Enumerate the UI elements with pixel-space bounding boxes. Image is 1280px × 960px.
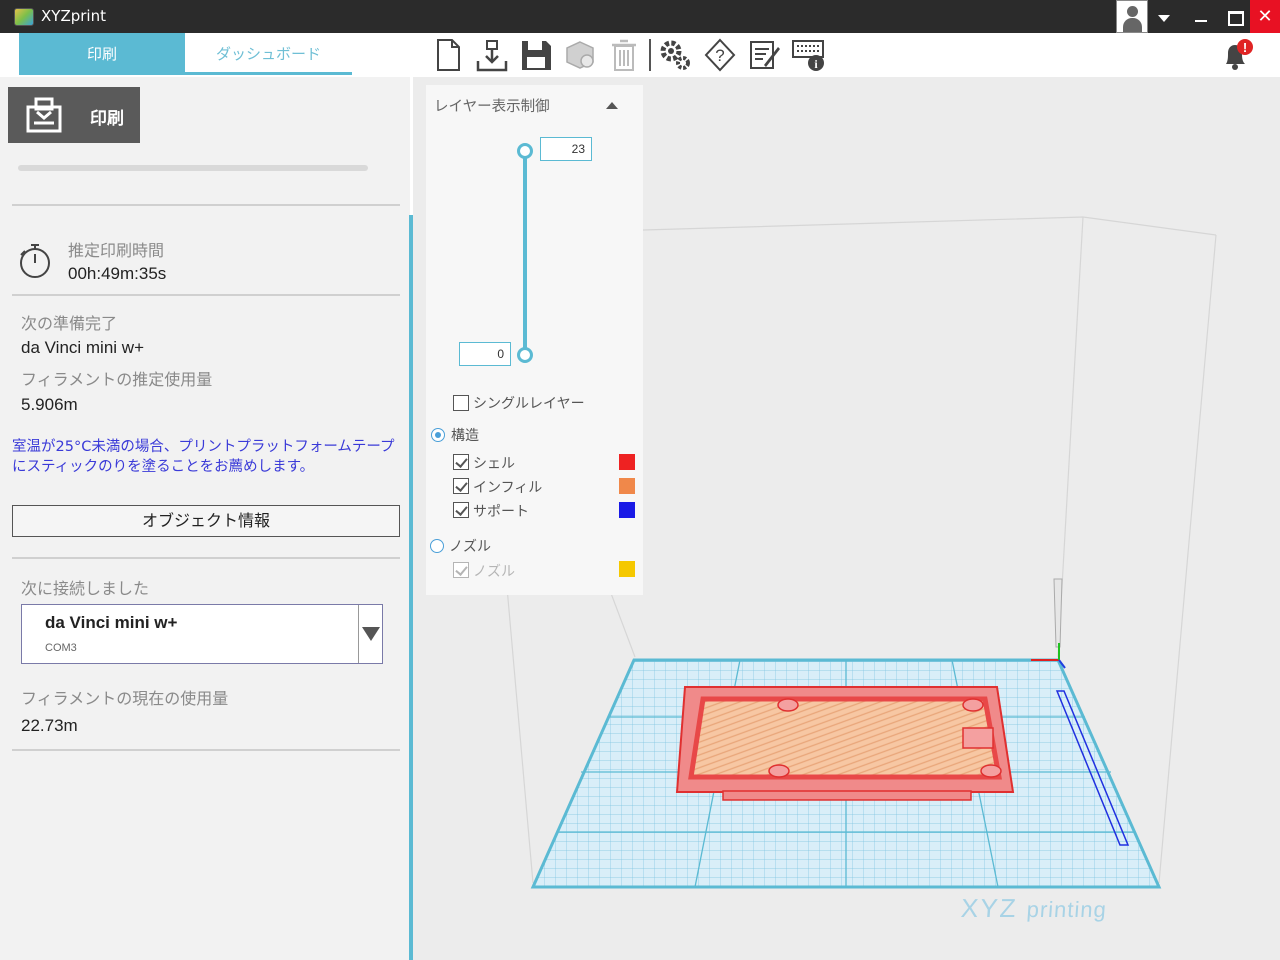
notification-bell-icon[interactable]: ! (1218, 37, 1254, 73)
infill-label: インフィル (473, 480, 543, 496)
shell-color-swatch (619, 454, 635, 470)
tab-print[interactable]: 印刷 (19, 33, 185, 75)
printed-part (675, 686, 1015, 801)
platform-tape-note: 室温が25°C未満の場合、プリントプラットフォームテープにスティックのりを塗るこ… (12, 439, 395, 475)
print-progress-bar (18, 165, 368, 171)
layer-slider-track[interactable] (523, 151, 527, 355)
connected-label: 次に接続しました (21, 579, 150, 598)
app-logo-icon (14, 8, 34, 26)
print-button[interactable]: 印刷 (8, 87, 140, 143)
nozzle-group-label: ノズル (449, 539, 491, 555)
support-color-swatch (619, 502, 635, 518)
keyboard-info-icon[interactable]: i (790, 37, 826, 73)
shell-label: シェル (473, 456, 515, 472)
divider (12, 749, 400, 751)
single-layer-label: シングルレイヤー (473, 396, 585, 412)
object-cube-icon[interactable] (562, 37, 598, 73)
layer-display-panel: レイヤー表示制御 23 0 シングルレイヤー 構造 シェル インフィル サポート… (426, 85, 643, 595)
dropdown-arrow-icon[interactable] (358, 605, 383, 663)
nozzle-model (1031, 578, 1066, 669)
layer-bottom-value[interactable]: 0 (459, 342, 511, 366)
single-layer-checkbox[interactable] (453, 395, 469, 411)
printer-select[interactable]: da Vinci mini w+ COM3 (21, 604, 383, 664)
print-sidebar: 印刷 推定印刷時間 00h:49m:35s 次の準備完了 da Vinci mi… (0, 77, 410, 960)
minimize-button[interactable] (1186, 0, 1216, 33)
ready-label: 次の準備完了 (21, 314, 118, 333)
support-checkbox[interactable] (453, 502, 469, 518)
infill-checkbox[interactable] (453, 478, 469, 494)
nozzle-radio[interactable] (430, 539, 444, 553)
top-toolbar: 印刷 ダッシュボード ? i ! (0, 33, 1280, 77)
layer-slider-top-handle[interactable] (517, 143, 533, 159)
edit-notes-icon[interactable] (746, 37, 782, 73)
user-account-icon[interactable] (1116, 0, 1148, 33)
divider (12, 294, 400, 296)
support-label: サポート (473, 504, 529, 520)
structure-label: 構造 (451, 428, 479, 444)
filament-current-label: フィラメントの現在の使用量 (21, 689, 229, 708)
svg-text:?: ? (715, 46, 724, 65)
filament-estimate-value: 5.906m (21, 395, 78, 414)
xyz-printing-watermark: XYZ printing (959, 893, 1108, 923)
estimated-time-value: 00h:49m:35s (68, 264, 167, 283)
infill-color-swatch (619, 478, 635, 494)
save-icon[interactable] (518, 37, 554, 73)
window-title: XYZprint (41, 7, 106, 25)
title-bar: XYZprint ✕ (0, 0, 1280, 33)
tab-dashboard[interactable]: ダッシュボード (185, 33, 352, 75)
notification-badge: ! (1243, 40, 1247, 55)
printer-name: da Vinci mini w+ (45, 613, 178, 632)
maximize-button[interactable] (1220, 0, 1248, 33)
nozzle-label: ノズル (473, 564, 515, 580)
printer-port: COM3 (45, 642, 77, 654)
print-button-label: 印刷 (90, 109, 124, 129)
layer-panel-title: レイヤー表示制御 (434, 99, 550, 115)
nozzle-color-swatch (619, 561, 635, 577)
estimated-time-label: 推定印刷時間 (68, 241, 165, 260)
print-icon (24, 95, 64, 135)
account-menu-chevron-down-icon[interactable] (1150, 0, 1178, 33)
close-button[interactable]: ✕ (1250, 0, 1280, 33)
filament-current-value: 22.73m (21, 716, 78, 735)
new-file-icon[interactable] (430, 37, 466, 73)
divider (12, 557, 400, 559)
shell-checkbox[interactable] (453, 454, 469, 470)
collapse-arrow-icon[interactable] (606, 102, 618, 109)
divider (12, 204, 400, 206)
help-icon[interactable]: ? (702, 37, 738, 73)
structure-radio[interactable] (431, 428, 445, 442)
filament-estimate-label: フィラメントの推定使用量 (21, 370, 213, 389)
settings-icon[interactable] (657, 37, 693, 73)
layer-top-value[interactable]: 23 (540, 137, 592, 161)
ready-printer-value: da Vinci mini w+ (21, 338, 144, 357)
object-info-button[interactable]: オブジェクト情報 (12, 505, 400, 537)
toolbar-divider (649, 39, 651, 71)
layer-slider-bottom-handle[interactable] (517, 347, 533, 363)
nozzle-checkbox[interactable] (453, 562, 469, 578)
delete-icon[interactable] (606, 37, 642, 73)
import-icon[interactable] (474, 37, 510, 73)
stopwatch-icon (16, 242, 54, 280)
